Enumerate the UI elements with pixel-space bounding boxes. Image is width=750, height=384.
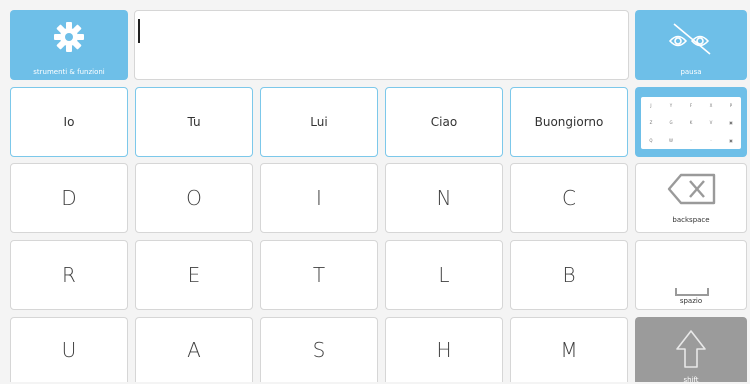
word-label: Tu — [187, 115, 201, 129]
letter-key[interactable]: R — [10, 240, 128, 310]
preview-key: V — [709, 120, 713, 126]
letter-key[interactable]: C — [510, 163, 628, 233]
preview-key-icon: ▣ — [729, 120, 733, 126]
shift-label: shift — [683, 376, 699, 384]
preview-key: J — [650, 103, 652, 109]
preview-key: Y — [669, 103, 673, 109]
backspace-icon — [667, 173, 716, 205]
letter-label: U — [61, 338, 77, 362]
letter-key[interactable]: S — [260, 317, 378, 382]
letter-label: N — [436, 186, 452, 210]
word-label: Lui — [310, 115, 328, 129]
space-bar-icon — [675, 288, 709, 296]
letter-label: S — [312, 338, 326, 362]
eye-hidden-icon — [668, 23, 711, 55]
letter-label: A — [187, 338, 201, 362]
letter-key[interactable]: A — [135, 317, 253, 382]
letter-label: O — [186, 186, 202, 210]
letter-label: T — [312, 263, 326, 287]
word-button[interactable]: Io — [10, 87, 128, 157]
letter-key[interactable]: E — [135, 240, 253, 310]
gear-icon — [54, 22, 84, 52]
space-label: spazio — [679, 297, 703, 305]
letter-label: M — [560, 338, 578, 362]
shift-button[interactable]: shift — [635, 317, 747, 384]
aac-keyboard-screen: { "toolbar": { "settings_label": "strume… — [0, 0, 750, 384]
preview-key: F — [689, 103, 693, 109]
backspace-button[interactable]: backspace — [635, 163, 747, 233]
letter-key[interactable]: N — [385, 163, 503, 233]
preview-key: Z — [649, 120, 653, 126]
letter-label: D — [61, 186, 77, 210]
word-button[interactable]: Tu — [135, 87, 253, 157]
backspace-label: backspace — [672, 216, 710, 224]
preview-key: · — [690, 137, 692, 143]
letter-key[interactable]: U — [10, 317, 128, 382]
preview-key: W — [669, 137, 673, 143]
space-button[interactable]: spazio — [635, 240, 747, 310]
keyboard-layout-button[interactable]: J Y F X P Z G K V ▣ Q W · · ▣ — [635, 87, 747, 157]
letter-key[interactable]: D — [10, 163, 128, 233]
letter-key[interactable]: T — [260, 240, 378, 310]
preview-key-icon: ▣ — [729, 137, 733, 143]
preview-key: K — [689, 120, 693, 126]
letter-label: B — [562, 263, 576, 287]
word-label: Ciao — [430, 115, 458, 129]
letter-key[interactable]: H — [385, 317, 503, 382]
preview-key: · — [710, 137, 712, 143]
settings-label: strumenti & funzioni — [33, 68, 105, 76]
word-button[interactable]: Buongiorno — [510, 87, 628, 157]
letter-label: R — [62, 263, 76, 287]
word-button[interactable]: Lui — [260, 87, 378, 157]
letter-key[interactable]: B — [510, 240, 628, 310]
pause-label: pausa — [680, 68, 702, 76]
letter-key[interactable]: M — [510, 317, 628, 382]
word-button[interactable]: Ciao — [385, 87, 503, 157]
letter-key[interactable]: L — [385, 240, 503, 310]
keyboard-preview: J Y F X P Z G K V ▣ Q W · · ▣ — [641, 97, 741, 149]
message-text-area[interactable] — [134, 10, 629, 80]
letter-label: H — [436, 338, 452, 362]
pause-button[interactable]: pausa — [635, 10, 747, 80]
word-label: Io — [63, 115, 75, 129]
letter-label: E — [187, 263, 201, 287]
letter-label: L — [438, 263, 450, 287]
letter-key[interactable]: O — [135, 163, 253, 233]
preview-key: P — [729, 103, 733, 109]
letter-label: I — [316, 186, 322, 210]
preview-key: G — [669, 120, 673, 126]
preview-key: Q — [649, 137, 653, 143]
letter-key[interactable]: I — [260, 163, 378, 233]
preview-key: X — [709, 103, 713, 109]
settings-button[interactable]: strumenti & funzioni — [10, 10, 128, 80]
shift-arrow-icon — [676, 330, 706, 368]
word-label: Buongiorno — [534, 115, 604, 129]
letter-label: C — [562, 186, 576, 210]
text-caret — [138, 19, 140, 43]
